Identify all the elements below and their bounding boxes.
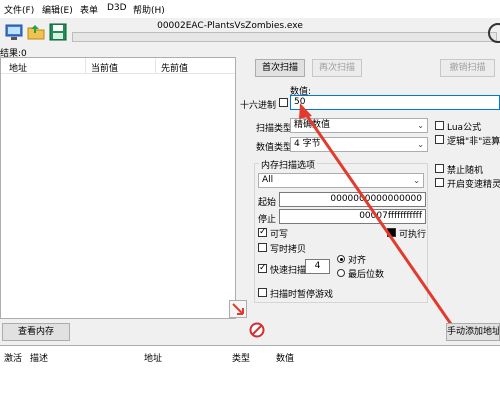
add-address-manually-button[interactable]: 手动添加地址 bbox=[446, 323, 500, 341]
col-description[interactable]: 描述 bbox=[30, 351, 48, 364]
address-list[interactable]: 激活 描述 地址 类型 数值 bbox=[0, 345, 500, 405]
no-entry-icon[interactable] bbox=[249, 322, 265, 338]
col-active[interactable]: 激活 bbox=[4, 351, 22, 364]
col-value[interactable]: 数值 bbox=[276, 351, 294, 364]
view-memory-button[interactable]: 查看内存 bbox=[2, 323, 70, 341]
col-type[interactable]: 类型 bbox=[232, 351, 250, 364]
col-address[interactable]: 地址 bbox=[144, 351, 162, 364]
